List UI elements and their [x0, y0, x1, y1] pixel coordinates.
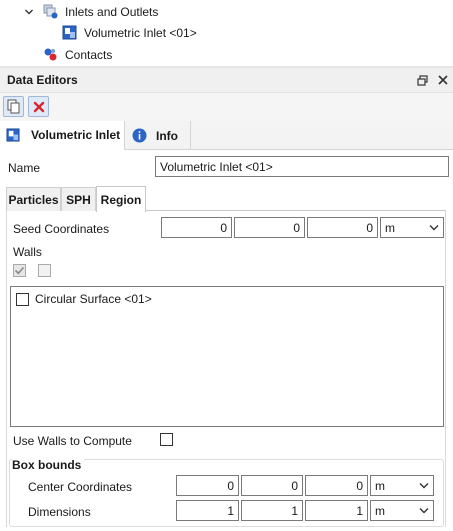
tab-particles[interactable]: Particles	[6, 187, 61, 211]
use-walls-label: Use Walls to Compute	[13, 434, 132, 448]
tab-sph[interactable]: SPH	[61, 187, 96, 211]
dimension-y-value: 1	[291, 503, 298, 518]
chevron-down-icon	[419, 483, 429, 489]
tab-info[interactable]: Info	[126, 121, 190, 150]
tab-volumetric-inlet[interactable]: Volumetric Inlet	[0, 121, 125, 151]
use-walls-checkbox[interactable]	[160, 433, 173, 446]
editor-tabs: Volumetric Inlet Info	[0, 121, 453, 151]
center-y-value: 0	[291, 478, 298, 493]
center-z-value: 0	[356, 478, 363, 493]
dimensions-label: Dimensions	[28, 505, 91, 519]
tab-label: Info	[156, 128, 178, 143]
list-item[interactable]: Circular Surface <01>	[16, 290, 152, 308]
seed-x-input[interactable]: 0	[161, 217, 232, 238]
walls-list[interactable]: Circular Surface <01>	[10, 286, 444, 427]
tab-label: SPH	[66, 192, 91, 207]
center-unit-value: m	[375, 478, 385, 493]
seed-unit-select[interactable]: m	[380, 217, 444, 238]
info-icon	[132, 128, 147, 143]
dimension-z-value: 1	[356, 503, 363, 518]
restore-icon	[416, 74, 428, 86]
tree-item-inlets-outlets[interactable]: Inlets and Outlets	[24, 1, 158, 22]
restore-window-button[interactable]	[414, 72, 430, 88]
close-panel-button[interactable]	[435, 72, 451, 88]
center-y-input[interactable]: 0	[241, 475, 303, 496]
tree-item-contacts[interactable]: Contacts	[43, 44, 112, 65]
center-coordinates-label: Center Coordinates	[28, 480, 133, 494]
dimension-x-value: 1	[227, 503, 234, 518]
dimension-z-input[interactable]: 1	[305, 500, 368, 521]
seed-y-value: 0	[293, 220, 300, 235]
contacts-icon	[44, 48, 57, 61]
dimensions-unit-value: m	[375, 503, 385, 518]
center-x-input[interactable]: 0	[176, 475, 239, 496]
name-label: Name	[8, 161, 41, 175]
seed-coordinates-label: Seed Coordinates	[13, 222, 110, 236]
dimension-x-input[interactable]: 1	[176, 500, 239, 521]
center-unit-select[interactable]: m	[370, 475, 434, 496]
volumetric-inlet-icon	[6, 128, 20, 142]
seed-y-input[interactable]: 0	[234, 217, 305, 238]
box-bounds-label: Box bounds	[12, 458, 85, 472]
delete-x-icon	[33, 101, 44, 112]
tab-divider	[190, 121, 191, 150]
copy-icon	[7, 99, 19, 114]
close-icon	[438, 75, 448, 85]
copy-button[interactable]	[3, 96, 24, 117]
seed-z-value: 0	[366, 220, 373, 235]
tree-label-contacts: Contacts	[65, 47, 113, 62]
center-x-value: 0	[227, 478, 234, 493]
wall-item-checkbox[interactable]	[16, 292, 29, 306]
tab-label: Volumetric Inlet	[31, 128, 121, 142]
walls-label: Walls	[13, 245, 42, 259]
dimensions-unit-select[interactable]: m	[370, 500, 434, 521]
property-sub-tabs: Particles SPH Region	[6, 186, 446, 212]
delete-button[interactable]	[28, 96, 49, 117]
checkmark-icon	[14, 266, 25, 275]
tree-label-volumetric-inlet: Volumetric Inlet <01>	[84, 25, 197, 40]
chevron-down-icon	[419, 508, 429, 514]
walls-select-all-checkbox[interactable]	[13, 264, 26, 277]
volumetric-inlet-icon	[62, 25, 77, 40]
data-editors-header: Data Editors	[0, 68, 453, 93]
chevron-down-icon[interactable]	[24, 7, 34, 17]
wall-item-label: Circular Surface <01>	[35, 292, 152, 306]
seed-z-input[interactable]: 0	[307, 217, 378, 238]
walls-select-none-checkbox[interactable]	[38, 264, 51, 277]
panel-title: Data Editors	[7, 73, 78, 87]
name-input[interactable]: Volumetric Inlet <01>	[155, 156, 449, 177]
tab-label: Region	[100, 192, 142, 207]
inlets-outlets-icon	[43, 4, 58, 19]
editor-toolbar	[0, 93, 453, 121]
tab-label: Particles	[8, 192, 59, 207]
name-input-value: Volumetric Inlet <01>	[160, 159, 273, 174]
tree-item-volumetric-inlet[interactable]: Volumetric Inlet <01>	[62, 22, 197, 43]
tab-region[interactable]: Region	[96, 186, 146, 212]
seed-x-value: 0	[220, 220, 227, 235]
chevron-down-icon	[429, 225, 439, 231]
seed-unit-value: m	[385, 220, 395, 235]
center-z-input[interactable]: 0	[305, 475, 368, 496]
tree-label-inlets-outlets: Inlets and Outlets	[65, 4, 159, 19]
dimension-y-input[interactable]: 1	[241, 500, 303, 521]
